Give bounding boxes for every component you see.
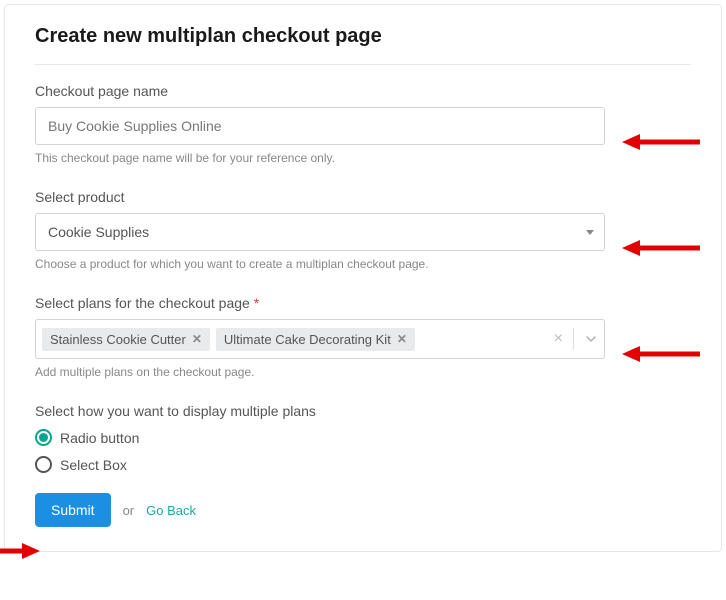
product-select-value: Cookie Supplies	[48, 224, 149, 240]
checkout-name-input[interactable]	[35, 107, 605, 145]
plans-multiselect[interactable]: Stainless Cookie Cutter ✕ Ultimate Cake …	[35, 319, 605, 359]
or-text: or	[123, 503, 135, 518]
plan-tag-label: Ultimate Cake Decorating Kit	[224, 332, 391, 347]
plan-tag: Stainless Cookie Cutter ✕	[42, 328, 210, 351]
label-select-plans: Select plans for the checkout page *	[35, 295, 691, 311]
field-select-plans: Select plans for the checkout page * Sta…	[35, 295, 691, 379]
radio-option-select-box[interactable]: Select Box	[35, 456, 691, 473]
field-checkout-name: Checkout page name This checkout page na…	[35, 83, 691, 165]
product-select[interactable]: Cookie Supplies	[35, 213, 605, 251]
radio-option-radio-button[interactable]: Radio button	[35, 429, 691, 446]
field-display-mode: Select how you want to display multiple …	[35, 403, 691, 473]
submit-button[interactable]: Submit	[35, 493, 111, 527]
caret-down-icon	[586, 230, 594, 235]
page-title: Create new multiplan checkout page	[35, 25, 691, 65]
field-select-product: Select product Cookie Supplies Choose a …	[35, 189, 691, 271]
clear-all-icon[interactable]: ×	[554, 330, 563, 348]
plan-tag-label: Stainless Cookie Cutter	[50, 332, 186, 347]
label-display-mode: Select how you want to display multiple …	[35, 403, 691, 419]
help-checkout-name: This checkout page name will be for your…	[35, 151, 691, 165]
divider	[573, 328, 574, 350]
radio-icon	[35, 429, 52, 446]
form-card: Create new multiplan checkout page Check…	[4, 4, 722, 552]
label-select-plans-text: Select plans for the checkout page	[35, 295, 250, 311]
help-select-product: Choose a product for which you want to c…	[35, 257, 691, 271]
remove-tag-icon[interactable]: ✕	[192, 332, 202, 346]
plan-tag: Ultimate Cake Decorating Kit ✕	[216, 328, 415, 351]
chevron-down-icon[interactable]	[584, 332, 598, 346]
remove-tag-icon[interactable]: ✕	[397, 332, 407, 346]
multiselect-controls: ×	[554, 328, 598, 350]
form-actions: Submit or Go Back	[35, 493, 691, 527]
radio-icon	[35, 456, 52, 473]
go-back-link[interactable]: Go Back	[146, 503, 196, 518]
label-select-product: Select product	[35, 189, 691, 205]
help-select-plans: Add multiple plans on the checkout page.	[35, 365, 691, 379]
radio-label: Radio button	[60, 430, 139, 446]
label-checkout-name: Checkout page name	[35, 83, 691, 99]
required-mark: *	[254, 295, 259, 311]
radio-label: Select Box	[60, 457, 127, 473]
